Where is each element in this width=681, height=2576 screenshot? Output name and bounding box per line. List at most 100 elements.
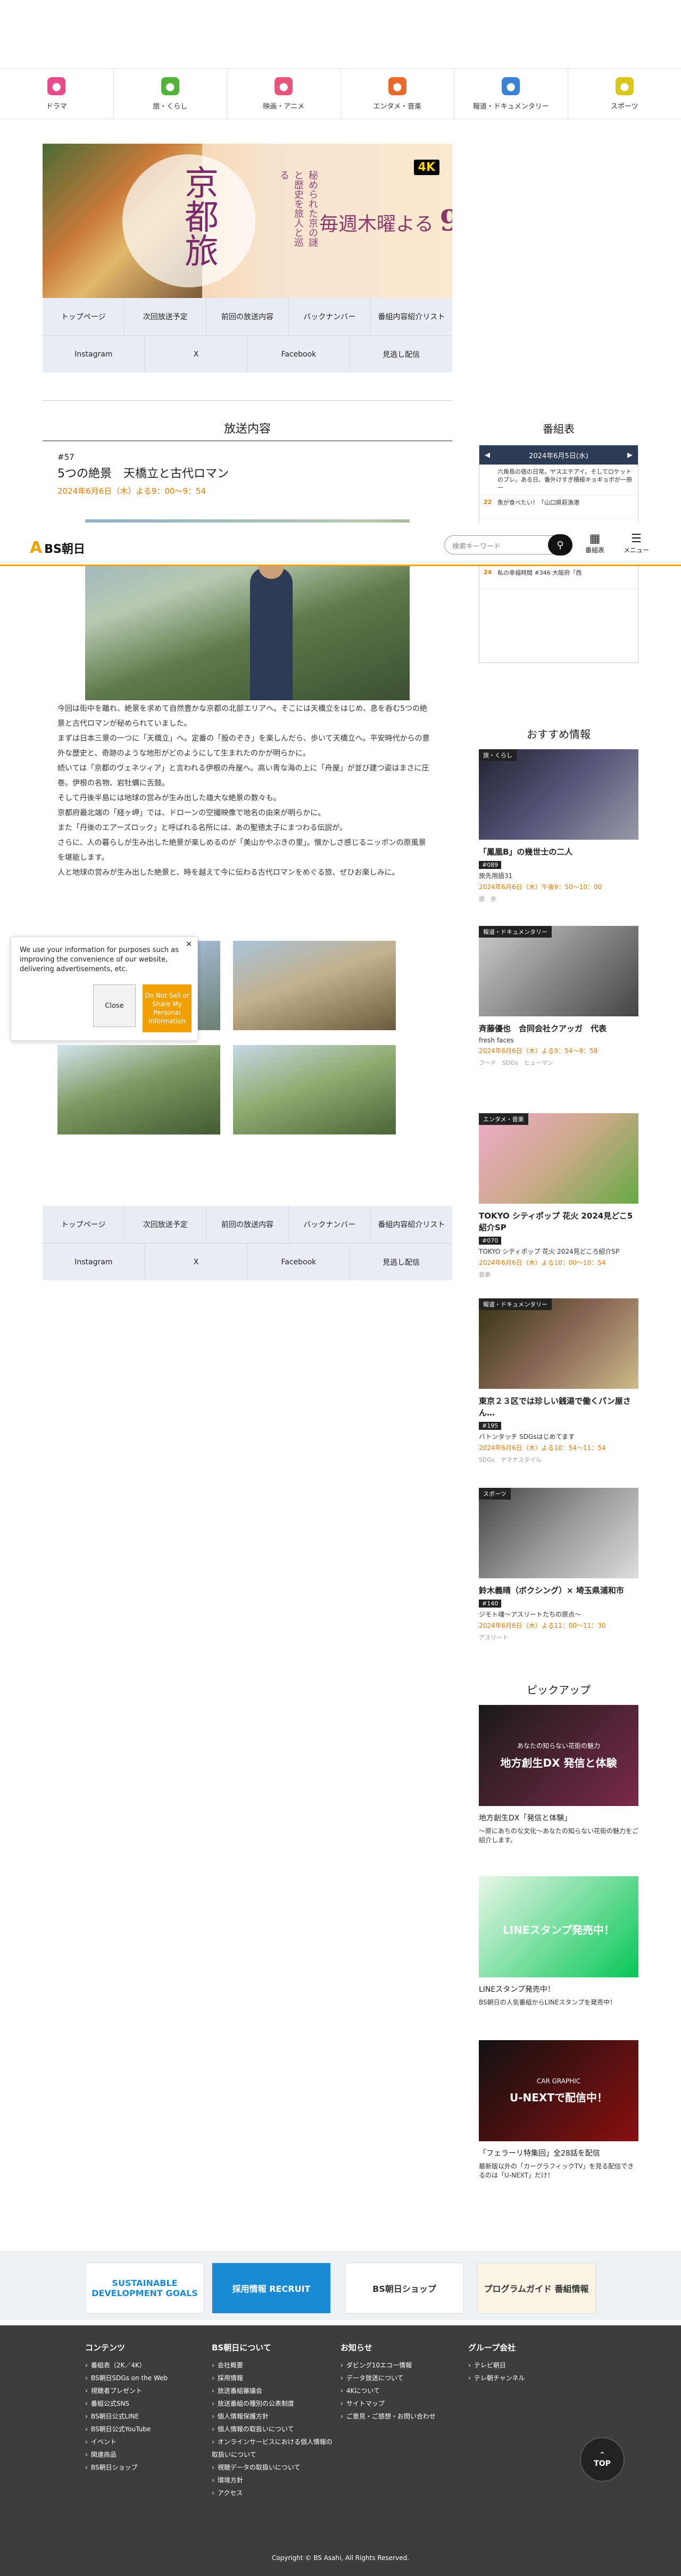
genre-0[interactable]: ● ドラマ xyxy=(0,69,114,119)
footer-link[interactable]: › 関連商品 xyxy=(85,2448,207,2461)
footer-link[interactable]: › BS朝日SDGs on the Web xyxy=(85,2372,207,2384)
footer-link[interactable]: › 環境方針 xyxy=(212,2474,334,2487)
schedule-item[interactable]: 22 魚が食べたい！「山口県萩漁港 xyxy=(479,495,638,519)
footer-column: お知らせ › ダビング10エコー情報 › データ放送について › 4Kについて › サイトマップ… xyxy=(340,2340,463,2423)
footer-link[interactable]: › テレ朝チャンネル xyxy=(468,2372,591,2384)
recommend-card[interactable]: スポーツ 鈴木義晴（ボクシング）× 埼玉県浦和市 #140 ジモト魂〜アスリートたちの… xyxy=(479,1488,638,1642)
footer-link[interactable]: › 番組公式SNS xyxy=(85,2397,207,2410)
close-icon[interactable]: ✕ xyxy=(186,940,192,949)
episode-number: #57 xyxy=(57,452,74,462)
footer-link[interactable]: › イベント xyxy=(85,2436,207,2448)
footer-link[interactable]: › 視聴者プレゼント xyxy=(85,2384,207,2397)
pickup-card[interactable]: LINEスタンプ発売中！ LINEスタンプ発売中！ BS朝日の人気番組からLINEス… xyxy=(479,1876,638,2007)
footer-link[interactable]: › BS朝日公式LINE xyxy=(85,2410,207,2423)
chevron-right-icon: › xyxy=(85,2374,88,2382)
program-guide-button[interactable]: ▦ 番組表 xyxy=(585,532,604,554)
menu-button[interactable]: ☰ メニュー xyxy=(624,532,649,554)
footer-link[interactable]: › データ放送について xyxy=(340,2372,463,2384)
card-program: ジモト魂〜アスリートたちの原点〜 xyxy=(479,1611,582,1618)
photo-village xyxy=(233,1045,396,1134)
footer-link-label: ご意見・ご感想・お問い合わせ xyxy=(346,2413,436,2420)
program-nav-link[interactable]: 次回放送予定 xyxy=(124,1206,207,1243)
footer-link[interactable]: › 放送番組審議会 xyxy=(212,2384,334,2397)
program-nav-link[interactable]: Facebook xyxy=(248,336,351,372)
program-nav-link[interactable]: Facebook xyxy=(248,1244,351,1280)
chevron-right-icon: › xyxy=(85,2400,88,2407)
genre-1[interactable]: ● 旅・くらし xyxy=(114,69,227,119)
footer-link[interactable]: › 4Kについて xyxy=(340,2384,463,2397)
star-icon: ● xyxy=(388,77,406,95)
chevron-right-icon: › xyxy=(85,2425,88,2433)
footer-link[interactable]: › BS朝日公式YouTube xyxy=(85,2423,207,2436)
footer-banner[interactable]: 採用情報 RECRUIT xyxy=(212,2263,331,2314)
schedule-item[interactable]: 24 私の幸福時間 #346 大阪府「西 xyxy=(479,566,638,589)
pickup-banner: あなたの知らない花街の魅力 地方創生DX 発信と体験 xyxy=(479,1705,638,1806)
chevron-right-icon: › xyxy=(340,2387,343,2395)
do-not-sell-button[interactable]: Do Not Sell or Share My Personal Informa… xyxy=(143,984,192,1032)
genre-3[interactable]: ● エンタメ・音楽 xyxy=(341,69,454,119)
pickup-card[interactable]: あなたの知らない花街の魅力 地方創生DX 発信と体験 地方創生DX「発信と体験」 〜原… xyxy=(479,1705,638,1844)
program-nav-link[interactable]: 番組内容紹介リスト xyxy=(371,1206,452,1243)
recommend-card[interactable]: 報道・ドキュメンタリー 東京２３区では珍しい銭湯で働くパン屋さん… #195 バトンタ… xyxy=(479,1298,638,1464)
genre-2[interactable]: ● 映画・アニメ xyxy=(227,69,341,119)
footer-banner[interactable]: SUSTAINABLE DEVELOPMENT GOALS xyxy=(85,2263,204,2314)
footer-link[interactable]: › 視聴データの取扱いについて xyxy=(212,2461,334,2474)
schedule-item[interactable]: 六角島の宿の日常。ヤスエテアイ。そしてロケットのプレ。ある日、番外けすぎ積極キョ… xyxy=(479,465,638,495)
hero-schedule: 毎週木曜よる 9時 xyxy=(319,203,452,237)
search-button[interactable]: ⚲ xyxy=(548,534,572,556)
program-nav-link[interactable]: 次回放送予定 xyxy=(124,298,207,335)
footer-link[interactable]: › ご意見・ご感想・お問い合わせ xyxy=(340,2410,463,2423)
program-nav-link[interactable]: 前回の放送内容 xyxy=(206,1206,289,1243)
program-nav-link[interactable]: Instagram xyxy=(43,336,145,372)
footer-column-title: お知らせ xyxy=(340,2343,372,2353)
pickup-desc: BS朝日の人気番組からLINEスタンプを発売中！ xyxy=(479,1999,617,2006)
footer-banner[interactable]: プログラムガイド 番組情報 xyxy=(477,2263,596,2314)
program-nav-link[interactable]: 番組内容紹介リスト xyxy=(371,298,452,335)
footer-link[interactable]: › 放送番組の種別の公表制度 xyxy=(212,2397,334,2410)
chevron-right-icon: › xyxy=(85,2413,88,2420)
footer-link[interactable]: › BS朝日ショップ xyxy=(85,2461,207,2474)
footer-link[interactable]: › 個人情報の取扱いについて xyxy=(212,2423,334,2436)
footer-banner[interactable]: BS朝日ショップ xyxy=(345,2263,464,2314)
program-nav-link[interactable]: Instagram xyxy=(43,1244,145,1280)
site-logo[interactable]: A BS朝日 xyxy=(30,539,85,557)
prev-day-button[interactable]: ◀ xyxy=(485,451,490,459)
cookie-close-button[interactable]: Close xyxy=(93,984,136,1027)
program-nav-link[interactable]: バックナンバー xyxy=(289,298,371,335)
program-nav-link[interactable]: 見逃し配信 xyxy=(350,336,452,372)
footer-link[interactable]: › オンラインサービスにおける個人情報の取扱いについて xyxy=(212,2436,334,2461)
recommend-card[interactable]: エンタメ・音楽 TOKYO シティポップ 花火 2024見どこ5紹介SP #070 T… xyxy=(479,1113,638,1279)
footer-link[interactable]: › 個人情報保護方針 xyxy=(212,2410,334,2423)
chevron-right-icon: › xyxy=(212,2362,214,2369)
program-nav-link[interactable]: X xyxy=(145,1244,248,1280)
genre-4[interactable]: ● 報道・ドキュメンタリー xyxy=(454,69,568,119)
recommend-card[interactable]: 旅・くらし 「鳳凰B」の幾世士の二人 #089 旅先用語31 2024年6月6日（木）午… xyxy=(479,749,638,903)
photo-oyster xyxy=(233,941,396,1030)
next-day-button[interactable]: ▶ xyxy=(627,451,633,459)
footer-link[interactable]: › アクセス xyxy=(212,2487,334,2499)
back-to-top-button[interactable]: ⌃ TOP xyxy=(580,2437,625,2482)
footer-link[interactable]: › 採用情報 xyxy=(212,2372,334,2384)
program-nav-link[interactable]: 前回の放送内容 xyxy=(206,298,289,335)
footer-link[interactable]: › 会社概要 xyxy=(212,2359,334,2372)
footer-link[interactable]: › ダビング10エコー情報 xyxy=(340,2359,463,2372)
episode-description: 今回は街中を離れ、絶景を求めて自然豊かな京都の北部エリアへ。そこには天橋立をはじ… xyxy=(57,701,430,880)
chevron-right-icon: › xyxy=(212,2464,214,2471)
footer-link[interactable]: › 番組表（2K／4K） xyxy=(85,2359,207,2372)
schedule-text: 六角島の宿の日常。ヤスエテアイ。そしてロケットのプレ。ある日、番外けすぎ積極キョ… xyxy=(497,468,632,491)
program-nav-link[interactable]: 見逃し配信 xyxy=(350,1244,452,1280)
schedule-time xyxy=(484,468,494,492)
program-nav-link[interactable]: X xyxy=(145,336,248,372)
program-nav-link[interactable]: トップページ xyxy=(43,298,125,335)
recommend-card[interactable]: 報道・ドキュメンタリー 斉藤優也 合同会社クアッガ 代表 fresh faces 20… xyxy=(479,926,638,1067)
cookie-text: We use your information for purposes suc… xyxy=(20,946,179,973)
footer-link[interactable]: › サイトマップ xyxy=(340,2397,463,2410)
footer-link[interactable]: › テレビ朝日 xyxy=(468,2359,591,2372)
program-nav-link[interactable]: トップページ xyxy=(43,1206,125,1243)
genre-5[interactable]: ● スポーツ xyxy=(568,69,681,119)
program-nav-link[interactable]: バックナンバー xyxy=(289,1206,371,1243)
pickup-card[interactable]: CAR GRAPHIC U-NEXTで配信中！ 「フェラーリ特集回」全28話を配信最… xyxy=(479,2040,638,2180)
footer-link-label: 番組表（2K／4K） xyxy=(90,2362,146,2369)
footer-link-label: BS朝日SDGs on the Web xyxy=(90,2374,168,2382)
globe-icon: ● xyxy=(161,77,179,95)
